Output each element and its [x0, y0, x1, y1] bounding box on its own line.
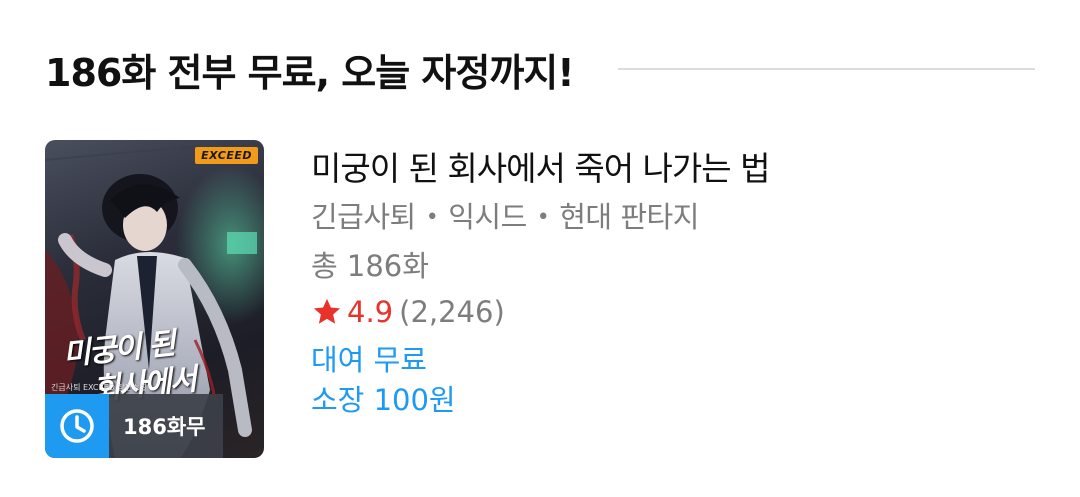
rating-score: 4.9 [347, 295, 394, 329]
work-card[interactable]: EXCEED 미궁이 된 회사에서 긴급사퇴 EXCEED 장편소설 186화무… [45, 140, 1035, 460]
cover-thumbnail[interactable]: EXCEED 미궁이 된 회사에서 긴급사퇴 EXCEED 장편소설 186화무 [45, 140, 264, 458]
cover-credit: 긴급사퇴 EXCEED 장편소설 [51, 383, 147, 392]
publisher-badge: EXCEED [195, 147, 258, 164]
free-badge-label: 186화무 [109, 394, 223, 458]
rating: 4.9 (2,246) [311, 292, 770, 332]
clock-icon [60, 409, 94, 443]
page: 186화 전부 무료, 오늘 자정까지! EXCEED 미궁이 된 회사에서 긴… [0, 0, 1080, 497]
work-info: 미궁이 된 회사에서 죽어 나가는 법 긴급사퇴 • 익시드 • 현대 판타지 총 18… [311, 140, 770, 460]
section-header: 186화 전부 무료, 오늘 자정까지! [45, 44, 1035, 95]
meta-separator: • [536, 205, 550, 230]
clock-icon-wrap [45, 394, 109, 458]
work-meta: 긴급사퇴 • 익시드 • 현대 판타지 [311, 197, 770, 238]
rental-price: 대여 무료 [311, 343, 427, 377]
purchase-price: 소장 100원 [311, 383, 456, 417]
section-title: 186화 전부 무료, 오늘 자정까지! [45, 50, 575, 95]
star-icon [313, 298, 341, 324]
publisher-name[interactable]: 익시드 [448, 200, 527, 234]
work-title[interactable]: 미궁이 된 회사에서 죽어 나가는 법 [311, 147, 770, 191]
meta-separator: • [425, 205, 439, 230]
author-name[interactable]: 긴급사퇴 [311, 200, 416, 234]
genre-name[interactable]: 현대 판타지 [559, 200, 699, 234]
total-episodes: 총 186화 [311, 249, 429, 283]
free-episodes-badge: 186화무 [45, 394, 223, 458]
section-divider [617, 68, 1035, 70]
rating-count: (2,246) [399, 295, 505, 329]
